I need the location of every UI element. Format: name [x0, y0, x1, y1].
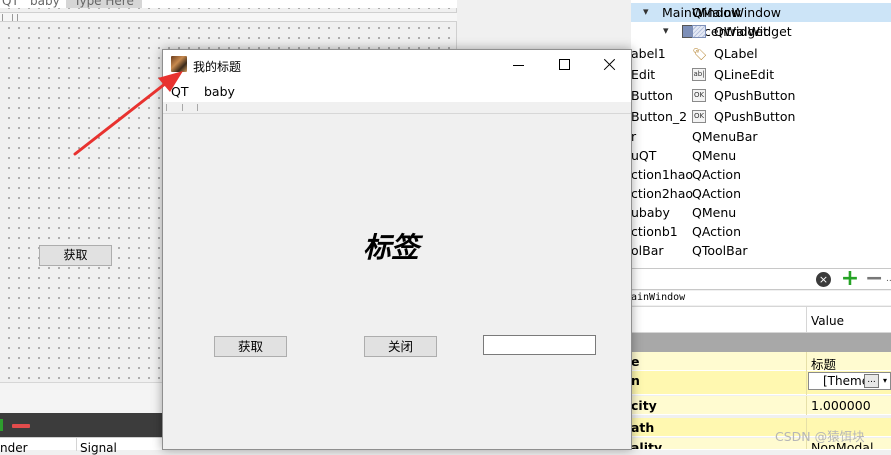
expand-icon[interactable]: ▾ [663, 24, 669, 37]
remove-dynamic-property-icon[interactable]: − [865, 268, 883, 290]
property-row-window-opacity[interactable]: city 1.000000 [631, 396, 891, 415]
property-value[interactable]: 1.000000 [811, 398, 871, 413]
object-name: uQT [631, 148, 657, 163]
designer-get-button[interactable]: 获取 [39, 245, 112, 266]
remove-connection-icon[interactable] [12, 424, 30, 428]
lineedit-icon: ab| [692, 68, 706, 81]
object-row-action1[interactable]: ction1hao QAction [631, 165, 891, 184]
object-name: ubaby [631, 205, 670, 220]
object-row-lineedit[interactable]: Edit ab| QLineEdit [631, 65, 891, 84]
window-icon [171, 56, 187, 72]
object-row-menu-baby[interactable]: ubaby QMenu [631, 203, 891, 222]
title-bar[interactable]: 我的标题 [163, 50, 631, 81]
minimize-button[interactable] [496, 50, 542, 81]
property-row-window-icon[interactable]: n [Theme ... ▾ [631, 371, 891, 395]
designer-type-here-label: Type Here [74, 0, 134, 8]
designer-type-here[interactable]: Type Here [66, 0, 142, 8]
object-class: QMainWindow [692, 5, 781, 20]
chevron-down-icon[interactable]: ▾ [880, 374, 890, 388]
signal-column: Signal [80, 441, 117, 455]
object-row-toolbar[interactable]: olBar QToolBar [631, 241, 891, 260]
object-class: QPushButton [714, 88, 796, 103]
object-class: QWidget [714, 24, 768, 39]
property-header: Value [631, 306, 891, 334]
object-name: Button_2 [631, 109, 688, 124]
property-name: ath [631, 420, 655, 435]
line-edit[interactable] [483, 335, 596, 355]
menu-qt[interactable]: QT [171, 84, 188, 99]
pushbutton-icon: OK [692, 110, 706, 123]
object-name: abel1 [631, 46, 666, 61]
object-class: QPushButton [714, 109, 796, 124]
window-title: 我的标题 [193, 60, 242, 74]
object-row-label[interactable]: abel1 🏷 QLabel [631, 44, 891, 63]
designer-toolbar [0, 12, 457, 22]
designer-menu-qt[interactable]: QT [2, 0, 19, 8]
property-filter-bar[interactable]: × + − ... [631, 268, 891, 290]
object-row-mainwindow[interactable]: ▾ MainWindow QMainWindow [631, 3, 891, 22]
property-name: n [631, 373, 640, 388]
object-class: QMenuBar [692, 129, 758, 144]
object-row-pushbutton-2[interactable]: Button_2 OK QPushButton [631, 107, 891, 126]
sender-column: nder [0, 441, 28, 455]
watermark: CSDN @猿饵块 [775, 429, 865, 444]
menu-baby[interactable]: baby [204, 84, 235, 99]
object-inspector: ▾ MainWindow QMainWindow ▾ centralWidget… [631, 0, 891, 268]
clear-filter-icon[interactable]: × [816, 272, 831, 287]
object-class: QAction [692, 224, 741, 239]
property-options-icon[interactable]: ... [886, 274, 891, 284]
maximize-icon [559, 59, 570, 70]
close-window-button[interactable]: 关闭 [364, 336, 437, 357]
get-button[interactable]: 获取 [214, 336, 287, 357]
object-class: QLineEdit [714, 67, 775, 82]
object-name: ction1hao [631, 167, 693, 182]
object-row-menu-qt[interactable]: uQT QMenu [631, 146, 891, 165]
object-class: QMenu [692, 148, 737, 163]
add-connection-icon[interactable] [0, 419, 3, 431]
property-row-window-title[interactable]: e 标题 [631, 352, 891, 372]
property-name: city [631, 398, 657, 413]
object-row-centralwidget[interactable]: ▾ centralWidget QWidget [631, 22, 891, 41]
object-row-menubar[interactable]: r QMenuBar [631, 127, 891, 146]
maximize-button[interactable] [542, 50, 588, 81]
app-window: 我的标题 QT baby 标签 获取 关闭 [162, 49, 632, 450]
object-name: Button [631, 88, 673, 103]
central-widget: 标签 获取 关闭 [163, 114, 631, 449]
object-row-action-b1[interactable]: ctionb1 QAction [631, 222, 891, 241]
browse-icon-button[interactable]: ... [864, 374, 879, 388]
close-button[interactable] [588, 50, 632, 81]
object-class: QLabel [714, 46, 758, 61]
label-tag-icon: 🏷 [692, 47, 708, 61]
qwidget-icon [692, 25, 706, 38]
designer-menubar: QT baby Type Here [0, 0, 457, 8]
object-class: QMenu [692, 205, 737, 220]
object-name: ction2hao [631, 186, 693, 201]
label: 标签 [363, 231, 420, 264]
menu-bar: QT baby [163, 81, 631, 102]
property-class-label: ainWindow [631, 291, 891, 305]
expand-icon[interactable]: ▾ [643, 5, 649, 18]
theme-icon-combo[interactable]: [Theme ... ▾ [808, 372, 891, 390]
property-group-header [631, 333, 891, 352]
object-class: QAction [692, 167, 741, 182]
property-name: e [631, 354, 640, 369]
object-name: olBar [631, 243, 664, 258]
theme-combo-value: [Theme [823, 374, 870, 388]
object-class: QAction [692, 186, 741, 201]
minimize-icon [513, 65, 524, 66]
object-name: Edit [631, 67, 656, 82]
object-class: QToolBar [692, 243, 748, 258]
value-column-header: Value [811, 314, 844, 328]
object-row-pushbutton[interactable]: Button OK QPushButton [631, 86, 891, 105]
object-row-action2[interactable]: ction2hao QAction [631, 184, 891, 203]
designer-menu-baby[interactable]: baby [30, 0, 60, 8]
tool-bar [163, 102, 631, 114]
pushbutton-icon: OK [692, 89, 706, 102]
property-name: ality [631, 440, 663, 450]
object-name: ctionb1 [631, 224, 678, 239]
add-dynamic-property-icon[interactable]: + [840, 268, 860, 290]
